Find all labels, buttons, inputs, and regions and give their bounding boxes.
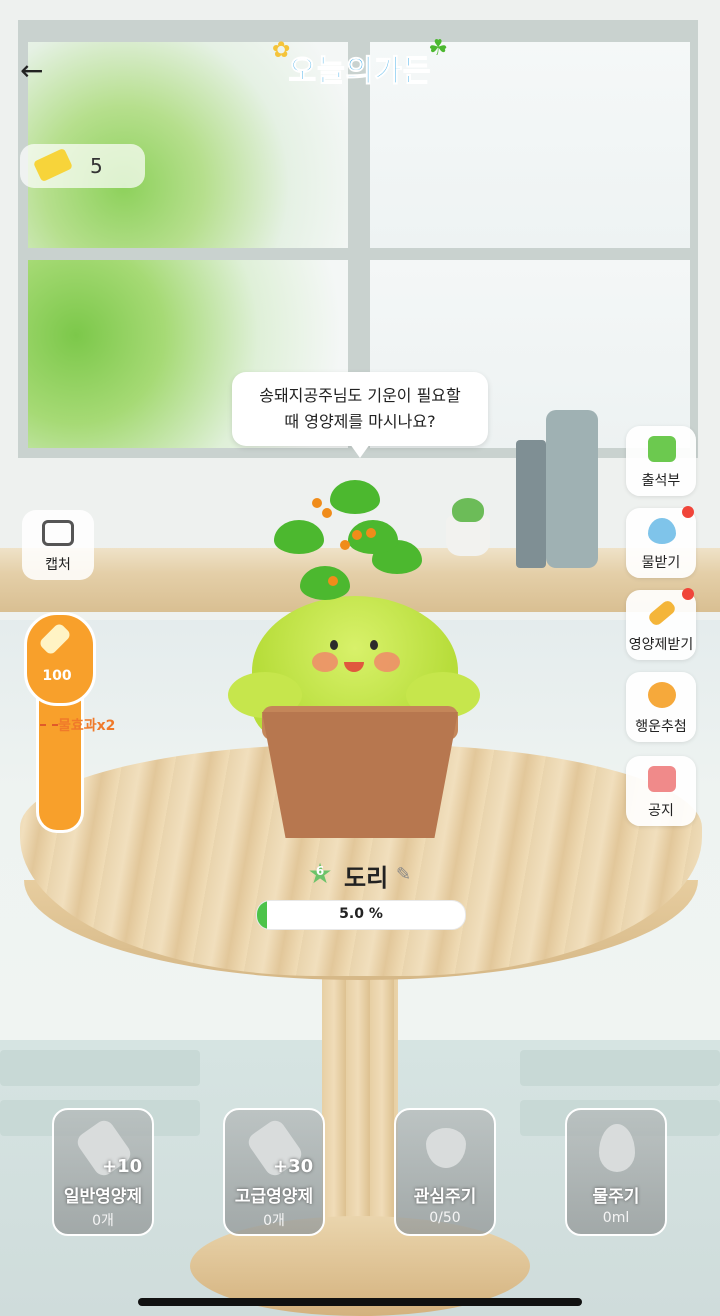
plant-leaf <box>274 520 324 554</box>
plant-eye <box>330 640 338 650</box>
water-drop-icon <box>648 518 676 544</box>
back-button[interactable]: ← <box>20 56 52 88</box>
plant-berry <box>366 528 376 538</box>
action-count: 0/50 <box>429 1210 461 1226</box>
flower-icon: ✿ <box>272 38 291 63</box>
clover-icon <box>648 682 676 708</box>
plant-leaf <box>300 566 350 600</box>
growth-progress-text: 5.0 % <box>339 906 383 922</box>
ticket-icon <box>32 147 74 183</box>
logo-text: 오늘의가든 <box>288 54 432 90</box>
get-nutrient-button[interactable]: 영양제받기 <box>626 588 696 660</box>
plant-leaf <box>330 480 380 514</box>
plant-level: 6 <box>315 864 325 878</box>
decor-small-plant <box>452 498 484 522</box>
growth-progress-bar: 5.0 % <box>256 900 466 930</box>
bench-slat <box>520 1050 720 1086</box>
action-name: 관심주기 <box>413 1187 477 1207</box>
side-menu-label: 영양제받기 <box>628 637 694 653</box>
plant-berry <box>352 530 362 540</box>
action-name: 고급영양제 <box>234 1187 314 1207</box>
premium-nutrient-button[interactable]: +30 고급영양제 0개 <box>223 1108 325 1236</box>
garden-screen: 송돼지공주님도 기운이 필요할 때 영양제를 마시나요? ← ✿ 오늘의가든 ☘… <box>0 0 720 1316</box>
action-name: 물주기 <box>592 1187 640 1207</box>
attendance-button[interactable]: 출석부 <box>626 426 696 496</box>
nutrient-icon <box>646 598 678 628</box>
capture-label: 캡처 <box>45 557 71 573</box>
app-logo: ✿ 오늘의가든 ☘ <box>272 36 448 96</box>
water-effect-marker <box>40 724 58 726</box>
speech-line-2: 때 영양제를 마시나요? <box>284 412 436 431</box>
action-plus: +10 <box>102 1156 143 1177</box>
speech-line-1: 송돼지공주님도 기운이 필요할 <box>259 386 461 405</box>
plant-berry <box>328 576 338 586</box>
action-count: 0개 <box>263 1213 285 1229</box>
plant-berry <box>340 540 350 550</box>
heart-icon <box>426 1128 466 1168</box>
megaphone-icon <box>648 766 676 792</box>
flower-pot <box>262 712 458 838</box>
plant-cheek <box>312 652 338 672</box>
action-name: 일반영양제 <box>63 1187 143 1207</box>
side-menu-label: 공지 <box>648 803 674 819</box>
water-gauge-value: 100 <box>42 668 72 684</box>
notification-badge <box>682 588 694 600</box>
action-plus: +30 <box>273 1156 314 1177</box>
decor-book <box>516 440 546 568</box>
action-count: 0ml <box>602 1210 630 1226</box>
speech-bubble: 송돼지공주님도 기운이 필요할 때 영양제를 마시나요? <box>232 372 488 446</box>
water-drop-icon <box>599 1124 635 1172</box>
notice-button[interactable]: 공지 <box>626 756 696 826</box>
notification-badge <box>682 506 694 518</box>
home-indicator[interactable] <box>138 1298 582 1306</box>
action-count: 0개 <box>92 1213 114 1229</box>
calendar-icon <box>648 436 676 462</box>
lucky-draw-button[interactable]: 행운추첨 <box>626 672 696 742</box>
side-menu-label: 물받기 <box>641 555 681 571</box>
camera-icon <box>42 520 74 546</box>
ticket-counter[interactable]: 5 <box>20 144 145 188</box>
ticket-count: 5 <box>90 154 103 178</box>
arrow-left-icon: ← <box>20 54 44 87</box>
plant-berry <box>312 498 322 508</box>
give-attention-button[interactable]: 관심주기 0/50 <box>394 1108 496 1236</box>
bench-slat <box>0 1050 200 1086</box>
speech-bubble-tail <box>350 444 370 458</box>
side-menu-label: 행운추첨 <box>635 719 687 735</box>
side-menu-label: 출석부 <box>641 473 681 489</box>
leaf-icon: ☘ <box>428 36 448 61</box>
water-plant-button[interactable]: 물주기 0ml <box>565 1108 667 1236</box>
get-water-button[interactable]: 물받기 <box>626 506 696 578</box>
plant-name: 도리 <box>344 864 389 892</box>
plant-eye <box>370 640 378 650</box>
pencil-icon[interactable]: ✎ <box>396 864 411 885</box>
water-effect-label: 물효과x2 <box>58 718 116 734</box>
plant-cheek <box>374 652 400 672</box>
capture-button[interactable]: 캡처 <box>22 510 94 580</box>
basic-nutrient-button[interactable]: +10 일반영양제 0개 <box>52 1108 154 1236</box>
plant-berry <box>322 508 332 518</box>
decor-bottle <box>546 410 598 568</box>
decor-small-pot <box>446 516 490 556</box>
